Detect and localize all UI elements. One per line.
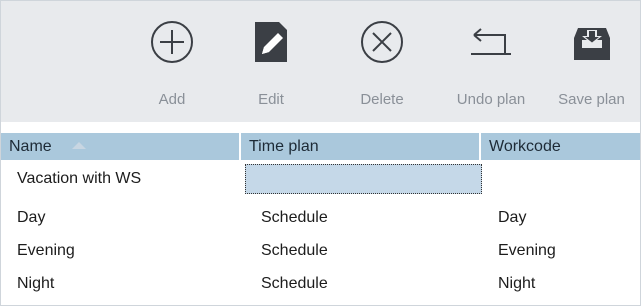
add-icon bbox=[148, 18, 196, 66]
column-header-timeplan[interactable]: Time plan bbox=[241, 133, 481, 160]
cell-workcode[interactable]: Day bbox=[498, 201, 640, 234]
column-header-name-label: Name bbox=[9, 138, 52, 155]
edit-icon bbox=[247, 18, 295, 66]
edit-button[interactable]: Edit bbox=[243, 1, 299, 122]
edit-label: Edit bbox=[258, 91, 284, 108]
column-header-name[interactable]: Name bbox=[1, 133, 241, 160]
delete-icon bbox=[358, 18, 406, 66]
add-button[interactable]: Add bbox=[141, 1, 203, 122]
table-row[interactable]: Evening Schedule Evening bbox=[1, 234, 640, 267]
save-icon bbox=[568, 18, 616, 66]
window-frame: Add Edit Delete Undo plan Save plan Name… bbox=[0, 0, 641, 306]
table-header: Name Time plan Workcode bbox=[1, 133, 640, 160]
toolbar: Add Edit Delete Undo plan Save plan bbox=[1, 1, 640, 122]
table-row[interactable]: Day Schedule Day bbox=[1, 201, 640, 234]
cell-name[interactable]: Vacation with WS bbox=[17, 162, 241, 195]
cell-timeplan[interactable]: Schedule bbox=[261, 234, 481, 267]
cell-name[interactable]: Night bbox=[17, 267, 241, 300]
table-row[interactable]: Vacation with WS bbox=[1, 162, 640, 195]
cell-name[interactable]: Day bbox=[17, 201, 241, 234]
cell-workcode[interactable]: Evening bbox=[498, 234, 640, 267]
cell-name[interactable]: Evening bbox=[17, 234, 241, 267]
column-header-workcode[interactable]: Workcode bbox=[481, 133, 640, 160]
cell-timeplan-editing[interactable] bbox=[245, 164, 482, 194]
delete-label: Delete bbox=[360, 91, 404, 108]
undo-plan-button[interactable]: Undo plan bbox=[439, 1, 543, 122]
sort-ascending-icon bbox=[72, 142, 87, 149]
cell-timeplan[interactable]: Schedule bbox=[261, 267, 481, 300]
column-header-workcode-label: Workcode bbox=[489, 138, 561, 155]
cell-workcode[interactable]: Night bbox=[498, 267, 640, 300]
save-plan-label: Save plan bbox=[558, 91, 625, 108]
table-row[interactable]: Night Schedule Night bbox=[1, 267, 640, 300]
column-header-timeplan-label: Time plan bbox=[249, 138, 319, 155]
delete-button[interactable]: Delete bbox=[346, 1, 418, 122]
undo-plan-label: Undo plan bbox=[456, 91, 526, 108]
save-plan-button[interactable]: Save plan bbox=[543, 1, 640, 122]
add-label: Add bbox=[158, 91, 186, 108]
undo-icon bbox=[467, 18, 515, 66]
cell-timeplan[interactable]: Schedule bbox=[261, 201, 481, 234]
cell-workcode[interactable] bbox=[491, 162, 640, 195]
